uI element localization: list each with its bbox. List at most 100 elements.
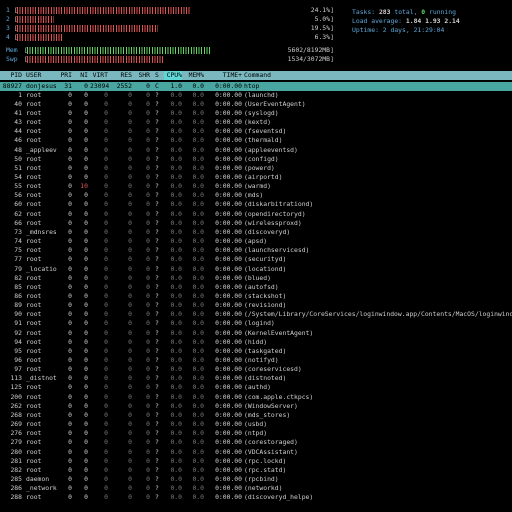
column-time[interactable]: TIME+ — [210, 71, 242, 80]
process-row[interactable]: 96 root 0 0 0 0 0? 0.0 0.0 0:00.00 (notifyd) — [0, 356, 512, 365]
process-row[interactable]: 56 root 0 0 0 0 0? 0.0 0.0 0:00.00 (mds) — [0, 191, 512, 200]
cell-shr: 0 — [146, 410, 150, 419]
cell-time: 0:00.00 — [215, 163, 242, 172]
process-row[interactable]: 92 root 0 0 0 0 0? 0.0 0.0 0:00.00 (KernelEventAge… — [0, 329, 512, 338]
cell-time: 0:00.00 — [215, 484, 242, 493]
process-row[interactable]: 54 root 0 0 0 0 0? 0.0 0.0 0:00.00 (airportd) — [0, 173, 512, 182]
cell-pri: 0 — [68, 493, 72, 502]
cell-mem: 0.0 — [192, 420, 204, 429]
process-row[interactable]: 125 root 0 0 0 0 0? 0.0 0.0 0:00.00 (authd) — [0, 383, 512, 392]
process-row[interactable]: 94 root 0 0 0 0 0? 0.0 0.0 0:00.00 (hidd) — [0, 338, 512, 347]
column-user[interactable]: USER — [26, 71, 62, 80]
process-row[interactable]: 79 _locatio 0 0 0 0 0? 0.0 0.0 0:00.00 (locationd) — [0, 265, 512, 274]
cell-cpu: 0.0 — [170, 191, 182, 200]
process-row[interactable]: 200 root 0 0 0 0 0? 0.0 0.0 0:00.00 (com.apple.ctk… — [0, 393, 512, 402]
cell-pid: 95 — [14, 346, 22, 355]
cell-shr: 0 — [146, 484, 150, 493]
cell-pid: 54 — [14, 173, 22, 181]
cell-s: ? — [155, 145, 159, 154]
process-row[interactable]: 97 root 0 0 0 0 0? 0.0 0.0 0:00.00 (coreservicesd) — [0, 365, 512, 374]
process-row[interactable]: 91 root 0 0 0 0 0? 0.0 0.0 0:00.00 (logind) — [0, 319, 512, 328]
cell-shr: 0 — [146, 118, 150, 127]
process-row[interactable]: 60 root 0 0 0 0 0? 0.0 0.0 0:00.00 (diskarbitratio… — [0, 200, 512, 209]
process-row[interactable]: 48 _appleev 0 0 0 0 0? 0.0 0.0 0:00.00 (appleevent… — [0, 146, 512, 155]
column-command[interactable]: Command — [244, 71, 512, 80]
process-row[interactable]: 85 root 0 0 0 0 0? 0.0 0.0 0:00.00 (autofsd) — [0, 283, 512, 292]
cell-s: ? — [155, 127, 159, 136]
cell-user: root — [26, 356, 42, 364]
cell-user: _network — [26, 484, 57, 493]
cell-command: (autofsd) — [244, 282, 279, 291]
cell-s: ? — [155, 356, 159, 364]
process-row[interactable]: 43 root 0 0 0 0 0? 0.0 0.0 0:00.00 (kextd) — [0, 118, 512, 127]
process-row[interactable]: 50 root 0 0 0 0 0? 0.0 0.0 0:00.00 (configd) — [0, 155, 512, 164]
cell-pri: 0 — [68, 90, 72, 99]
cell-time: 0:00.00 — [215, 474, 242, 483]
column-virt[interactable]: VIRT — [90, 71, 108, 80]
process-row[interactable]: 269 root 0 0 0 0 0? 0.0 0.0 0:00.00 (usbd) — [0, 420, 512, 429]
cell-ni: 10 — [80, 182, 88, 191]
process-row[interactable]: 41 root 0 0 0 0 0? 0.0 0.0 0:00.00 (syslogd) — [0, 109, 512, 118]
process-row[interactable]: 51 root 0 0 0 0 0? 0.0 0.0 0:00.00 (powerd) — [0, 164, 512, 173]
process-row[interactable]: 268 root 0 0 0 0 0? 0.0 0.0 0:00.00 (mds_stores) — [0, 411, 512, 420]
process-row[interactable]: 262 root 0 0 0 0 0? 0.0 0.0 0:00.00 (WindowServer) — [0, 402, 512, 411]
process-row[interactable]: 62 root 0 0 0 0 0? 0.0 0.0 0:00.00 (opendirectoryd… — [0, 210, 512, 219]
column-shr[interactable]: SHR — [136, 71, 150, 80]
process-row[interactable]: 75 root 0 0 0 0 0? 0.0 0.0 0:00.00 (launchservices… — [0, 246, 512, 255]
cell-virt: 0 — [104, 282, 108, 291]
cell-time: 0:00.00 — [215, 429, 242, 438]
cell-user: root — [26, 173, 42, 181]
cell-command: (kextd) — [244, 118, 271, 127]
column-pri[interactable]: PRI — [60, 71, 72, 80]
cell-ni: 0 — [84, 465, 88, 474]
cell-virt: 0 — [104, 291, 108, 300]
process-row[interactable]: 46 root 0 0 0 0 0? 0.0 0.0 0:00.00 (thermald) — [0, 136, 512, 145]
process-row[interactable]: 285 daemon 0 0 0 0 0? 0.0 0.0 0:00.00 (rpcbind) — [0, 475, 512, 484]
cell-ni: 0 — [84, 301, 88, 310]
cell-pid: 282 — [10, 465, 22, 474]
process-row[interactable]: 82 root 0 0 0 0 0? 0.0 0.0 0:00.00 (blued) — [0, 274, 512, 283]
process-row[interactable]: 281 root 0 0 0 0 0? 0.0 0.0 0:00.00 (rpc.lockd) — [0, 457, 512, 466]
process-row[interactable]: 280 root 0 0 0 0 0? 0.0 0.0 0:00.00 (VDCAssistant) — [0, 448, 512, 457]
cell-cpu: 0.0 — [170, 291, 182, 300]
process-row[interactable]: 86 root 0 0 0 0 0? 0.0 0.0 0:00.00 (stackshot) — [0, 292, 512, 301]
cell-pid: 125 — [10, 383, 22, 392]
column-mem[interactable]: MEM% — [186, 71, 204, 80]
process-row[interactable]: 276 root 0 0 0 0 0? 0.0 0.0 0:00.00 (ntpd) — [0, 429, 512, 438]
process-row[interactable]: 279 root 0 0 0 0 0? 0.0 0.0 0:00.00 (corestoraged) — [0, 438, 512, 447]
process-row[interactable]: 1 root 0 0 0 0 0? 0.0 0.0 0:00.00 (launchd) — [0, 91, 512, 100]
cell-pid: 60 — [14, 200, 22, 209]
cell-mem: 0.0 — [192, 209, 204, 218]
cell-cpu: 0.0 — [170, 118, 182, 127]
process-row[interactable]: 288 root 0 0 0 0 0? 0.0 0.0 0:00.00 (discoveryd_he… — [0, 493, 512, 502]
process-row[interactable]: 55 root 0 10 0 0 0? 0.0 0.0 0:00.00 (warmd) — [0, 182, 512, 191]
cell-shr: 0 — [146, 108, 150, 117]
cell-s: ? — [155, 365, 159, 374]
column-pid[interactable]: PID — [0, 71, 22, 80]
cell-mem: 0.0 — [192, 108, 204, 117]
selected-process-row[interactable]: 88927 donjesus 31 0 23094 2552 0 C 1.0 0.0 0:00.00… — [0, 81, 512, 91]
process-row[interactable]: 66 root 0 0 0 0 0? 0.0 0.0 0:00.00 (wirelessproxd) — [0, 219, 512, 228]
cell-shr: 0 — [146, 282, 150, 291]
process-row[interactable]: 286 _network 0 0 0 0 0? 0.0 0.0 0:00.00 (networkd) — [0, 484, 512, 493]
cell-ni: 0 — [84, 392, 88, 401]
column-cpu[interactable]: CPU% — [164, 71, 182, 80]
column-state[interactable]: S — [155, 71, 161, 80]
process-row[interactable]: 40 root 0 0 0 0 0? 0.0 0.0 0:00.00 (UserEventAgent… — [0, 100, 512, 109]
process-row[interactable]: 73 _mdnsres 0 0 0 0 0? 0.0 0.0 0:00.00 (discoveryd… — [0, 228, 512, 237]
process-row[interactable]: 44 root 0 0 0 0 0? 0.0 0.0 0:00.00 (fseventsd) — [0, 127, 512, 136]
column-ni[interactable]: NI — [76, 71, 88, 80]
process-row[interactable]: 90 root 0 0 0 0 0? 0.0 0.0 0:00.00 (/System/Librar… — [0, 310, 512, 319]
process-row[interactable]: 89 root 0 0 0 0 0? 0.0 0.0 0:00.00 (revisiond) — [0, 301, 512, 310]
process-row[interactable]: 77 root 0 0 0 0 0? 0.0 0.0 0:00.00 (securityd) — [0, 255, 512, 264]
column-res[interactable]: RES — [112, 71, 132, 80]
process-row[interactable]: 95 root 0 0 0 0 0? 0.0 0.0 0:00.00 (taskgated) — [0, 347, 512, 356]
process-row[interactable]: 74 root 0 0 0 0 0? 0.0 0.0 0:00.00 (apsd) — [0, 237, 512, 246]
cell-virt: 0 — [104, 191, 108, 200]
cell-ni: 0 — [84, 374, 88, 383]
process-row[interactable]: 113 _distnot 0 0 0 0 0? 0.0 0.0 0:00.00 (distnoted… — [0, 374, 512, 383]
cell-res: 0 — [128, 356, 132, 364]
process-row[interactable]: 282 root 0 0 0 0 0? 0.0 0.0 0:00.00 (rpc.statd) — [0, 466, 512, 475]
cell-user: root — [26, 319, 42, 328]
cell-shr: 0 — [146, 301, 150, 310]
